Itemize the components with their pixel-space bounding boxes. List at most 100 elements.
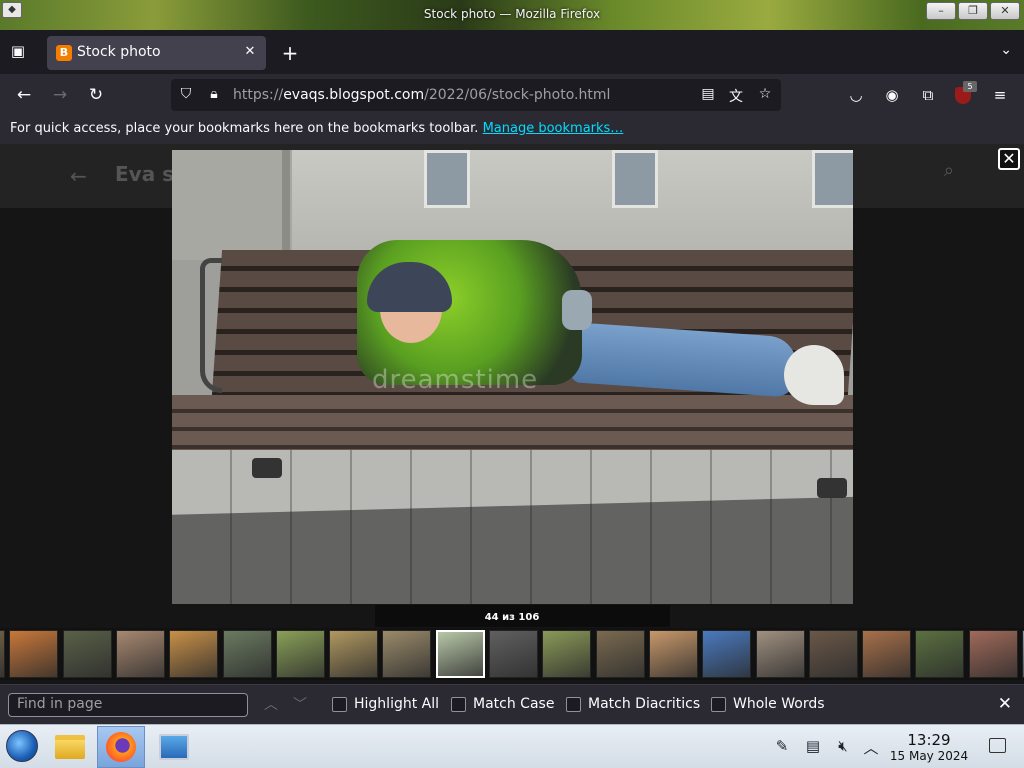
whole-words-checkbox[interactable]: Whole Words xyxy=(711,696,825,712)
minimize-button[interactable]: – xyxy=(926,2,956,20)
maximize-button[interactable]: ❐ xyxy=(958,2,988,20)
firefox-icon xyxy=(106,732,136,762)
filmstrip-thumb[interactable] xyxy=(862,630,911,678)
file-manager-task[interactable] xyxy=(46,726,94,768)
reload-icon[interactable]: ↻ xyxy=(85,85,107,105)
lightbox-close-button[interactable]: ✕ xyxy=(998,148,1020,170)
firefox-task[interactable] xyxy=(97,726,145,768)
find-bar: Find in page ︿ ﹀ Highlight All Match Cas… xyxy=(0,684,1024,724)
extension-badge: 5 xyxy=(963,81,977,92)
checkbox-box[interactable] xyxy=(566,696,581,712)
filmstrip-thumb[interactable] xyxy=(63,630,112,678)
window-titlebar: ◆ Stock photo — Mozilla Firefox – ❐ ✕ xyxy=(0,0,1024,30)
lightbox-filmstrip xyxy=(0,628,1024,680)
photo-bench-arm xyxy=(200,258,222,393)
os-taskbar: ✎ ▤ 🔇︎ ︿ 13:29 15 May 2024 xyxy=(0,724,1024,768)
find-close-icon[interactable]: ✕ xyxy=(998,694,1012,714)
clipboard-tray-icon[interactable]: ▤ xyxy=(803,737,823,755)
close-window-button[interactable]: ✕ xyxy=(990,2,1020,20)
filmstrip-thumb[interactable] xyxy=(223,630,272,678)
photo-bench-leg xyxy=(817,478,847,498)
filmstrip-thumb[interactable] xyxy=(276,630,325,678)
filmstrip-thumb[interactable] xyxy=(116,630,165,678)
filmstrip-thumb[interactable] xyxy=(0,630,5,678)
filmstrip-thumb[interactable] xyxy=(756,630,805,678)
find-next-icon[interactable]: ﹀ xyxy=(291,694,309,714)
forward-arrow-icon[interactable]: → xyxy=(49,85,71,105)
clock-time[interactable]: 13:29 xyxy=(893,731,965,749)
match-diacritics-checkbox[interactable]: Match Diacritics xyxy=(566,696,700,712)
start-menu-button[interactable] xyxy=(6,730,38,762)
clock-date[interactable]: 15 May 2024 xyxy=(885,749,973,763)
match-case-checkbox[interactable]: Match Case xyxy=(451,696,554,712)
url-text[interactable]: https://evaqs.blogspot.com/2022/06/stock… xyxy=(233,87,610,103)
navigation-toolbar: ← → ↻ ⛉ 🔒︎ https://evaqs.blogspot.com/20… xyxy=(0,74,1024,116)
tray-expand-icon[interactable]: ︿ xyxy=(861,737,881,758)
filmstrip-thumb[interactable] xyxy=(542,630,591,678)
url-bar[interactable]: ⛉ 🔒︎ https://evaqs.blogspot.com/2022/06/… xyxy=(171,79,781,111)
photo-wall-shadow xyxy=(172,150,292,260)
filmstrip-thumb[interactable] xyxy=(649,630,698,678)
checkbox-box[interactable] xyxy=(451,696,466,712)
photo-watermark: dreamstime xyxy=(372,365,539,395)
tab-label: Stock photo xyxy=(77,44,161,60)
photo-window xyxy=(812,150,853,208)
photo-window xyxy=(612,150,658,208)
checkbox-box[interactable] xyxy=(332,696,347,712)
manage-bookmarks-link[interactable]: Manage bookmarks… xyxy=(483,121,624,136)
lightbox-photo[interactable]: dreamstime xyxy=(172,150,853,604)
tab-stock-photo[interactable]: B Stock photo ✕ xyxy=(47,36,266,70)
photo-kid-glove xyxy=(562,290,592,330)
photo-drainpipe xyxy=(282,150,290,260)
filmstrip-thumb[interactable] xyxy=(596,630,645,678)
filmstrip-thumb[interactable] xyxy=(809,630,858,678)
reader-view-icon[interactable]: ▤ xyxy=(699,86,717,102)
blog-back-icon[interactable]: ← xyxy=(70,164,87,188)
photo-bench-seat xyxy=(172,395,853,450)
new-tab-button[interactable]: + xyxy=(279,41,301,65)
image-counter: 44 из 106 xyxy=(484,612,540,623)
chevron-down-icon[interactable]: ⌄ xyxy=(1000,42,1012,58)
window-controls: – ❐ ✕ xyxy=(926,2,1020,20)
blog-search-icon[interactable]: ⌕ xyxy=(944,160,954,181)
filmstrip-thumb-active[interactable] xyxy=(436,630,485,678)
checkbox-box[interactable] xyxy=(711,696,726,712)
filmstrip-thumb[interactable] xyxy=(169,630,218,678)
back-arrow-icon[interactable]: ← xyxy=(13,85,35,105)
photo-bench-leg xyxy=(252,458,282,478)
filmstrip-thumb[interactable] xyxy=(9,630,58,678)
translate-icon[interactable]: 文 xyxy=(727,86,745,106)
highlight-all-checkbox[interactable]: Highlight All xyxy=(332,696,439,712)
list-all-tabs-icon[interactable]: ▣ xyxy=(8,42,28,62)
lock-icon[interactable]: 🔒︎ xyxy=(205,86,223,102)
blog-title: Eva s xyxy=(115,162,175,186)
filmstrip-thumb[interactable] xyxy=(969,630,1018,678)
find-input[interactable]: Find in page xyxy=(8,693,248,717)
filmstrip-thumb[interactable] xyxy=(915,630,964,678)
photo-kid-shoe xyxy=(784,345,844,405)
pocket-icon[interactable]: ◡ xyxy=(845,85,867,105)
filmstrip-thumb[interactable] xyxy=(382,630,431,678)
menu-hamburger-icon[interactable]: ≡ xyxy=(989,85,1011,105)
blogger-favicon-icon: B xyxy=(56,45,72,61)
bookmarks-hint-text: For quick access, place your bookmarks h… xyxy=(10,121,479,136)
filmstrip-thumb[interactable] xyxy=(489,630,538,678)
bookmarks-toolbar: For quick access, place your bookmarks h… xyxy=(0,116,1024,144)
tab-bar: ▣ B Stock photo ✕ + ⌄ xyxy=(0,30,1024,74)
tab-close-icon[interactable]: ✕ xyxy=(242,44,258,59)
notifications-icon[interactable] xyxy=(989,738,1006,753)
folder-icon xyxy=(55,735,85,759)
photo-window xyxy=(424,150,470,208)
network-tray-icon[interactable]: ✎ xyxy=(772,737,792,755)
remote-desktop-task[interactable] xyxy=(150,726,198,768)
find-previous-icon[interactable]: ︿ xyxy=(262,694,280,714)
account-icon[interactable]: ◉ xyxy=(881,85,903,105)
extensions-icon[interactable]: ⧉ xyxy=(917,85,939,105)
window-title: Stock photo — Mozilla Firefox xyxy=(423,7,601,21)
shield-icon[interactable]: ⛉ xyxy=(177,86,195,102)
volume-muted-icon[interactable]: 🔇︎ xyxy=(833,737,853,755)
filmstrip-thumb[interactable] xyxy=(329,630,378,678)
bookmark-star-icon[interactable]: ☆ xyxy=(756,86,774,102)
filmstrip-thumb[interactable] xyxy=(702,630,751,678)
remote-desktop-icon xyxy=(159,734,189,760)
